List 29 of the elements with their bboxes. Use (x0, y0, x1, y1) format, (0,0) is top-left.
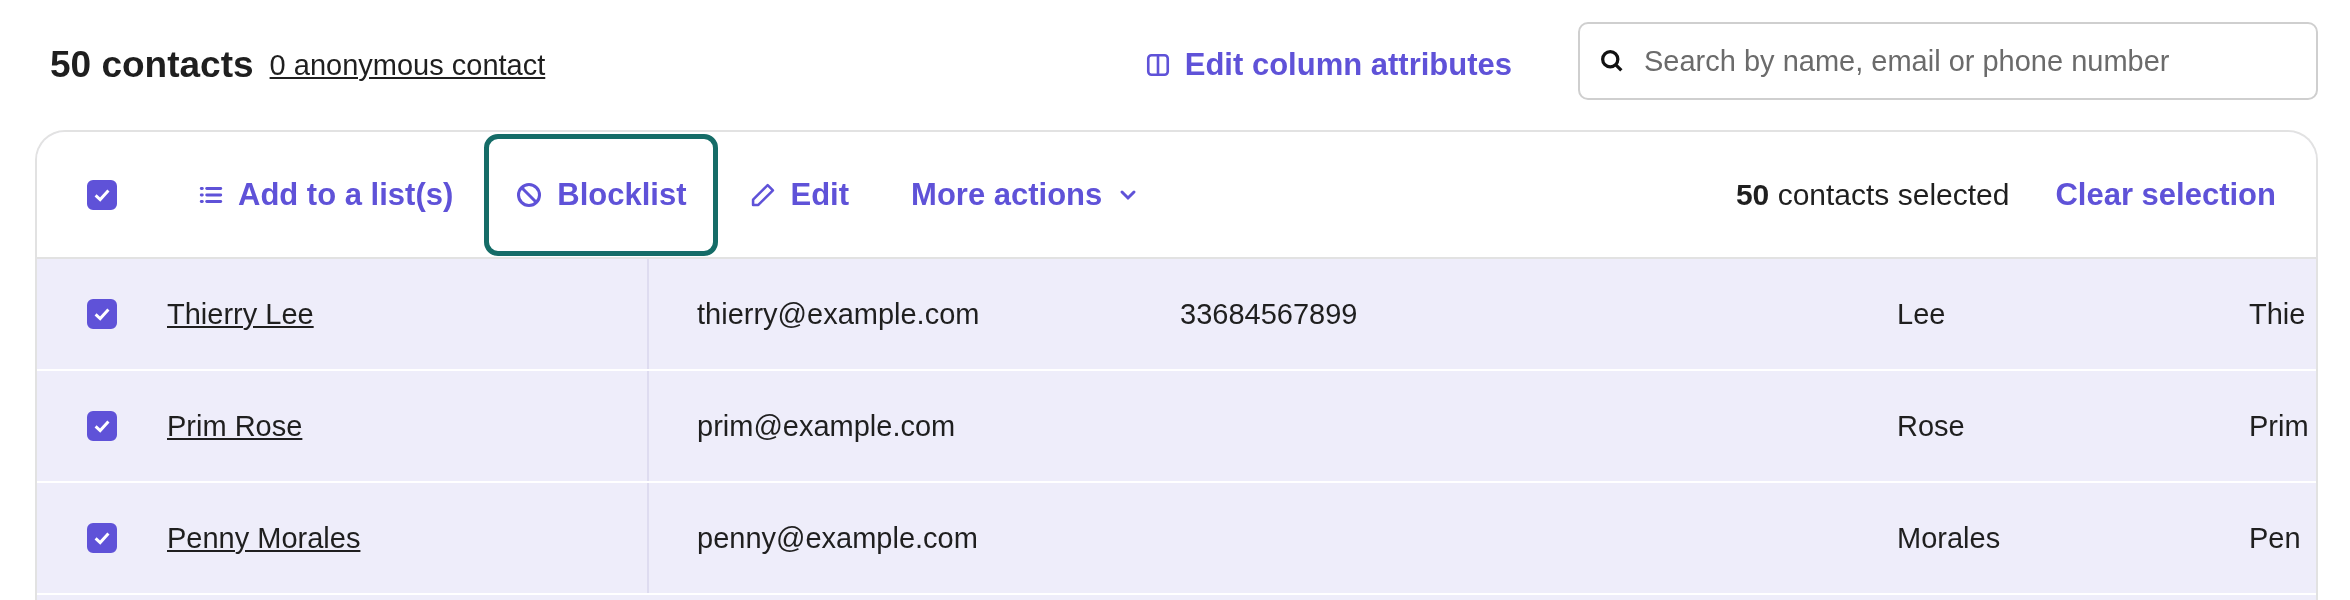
phone-cell: 33684567899 (1180, 297, 1358, 331)
row-checkbox[interactable] (87, 299, 117, 329)
contact-name-link[interactable]: Prim Rose (167, 409, 303, 443)
table-cell: Thie (2249, 297, 2306, 331)
action-button[interactable]: Edit (717, 133, 881, 256)
row-checkbox[interactable] (87, 411, 117, 441)
search-field[interactable]: Search by name, email or phone number (1578, 22, 2318, 100)
action-button[interactable]: Blocklist (484, 133, 718, 256)
contact-name-link[interactable]: Penny Morales (167, 521, 361, 555)
table-cell: Rose (1897, 409, 1965, 443)
select-all-checkbox[interactable] (87, 179, 117, 210)
selection-count: 50 contacts selected (1735, 177, 2010, 212)
contact-name-link[interactable]: Thierry Lee (167, 297, 314, 331)
email-cell: penny@example.com (697, 521, 978, 555)
clear-selection-button[interactable]: Clear selection (2055, 176, 2276, 213)
table-cell: Morales (1897, 521, 2001, 555)
columns-icon (1144, 52, 1171, 78)
email-cell: thierry@example.com (697, 297, 980, 331)
page-title: 50 contacts (50, 44, 254, 86)
table-cell: Prim (2249, 409, 2309, 443)
anonymous-contact-link[interactable]: 0 anonymous contact (269, 48, 546, 82)
more-actions-dropdown[interactable]: More actions (880, 133, 1172, 256)
table-cell: Pen (2249, 521, 2301, 555)
row-checkbox[interactable] (87, 523, 117, 553)
email-cell: prim@example.com (697, 409, 956, 443)
action-button[interactable]: Add to a list(s) (167, 133, 485, 256)
edit-column-attributes-button[interactable]: Edit column attributes (1144, 47, 1512, 83)
table-cell: Lee (1897, 297, 1946, 331)
blocked-icon (515, 180, 544, 209)
